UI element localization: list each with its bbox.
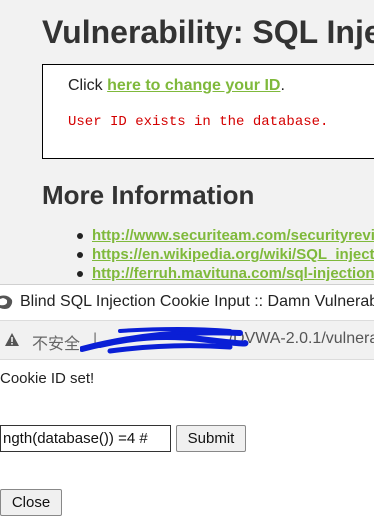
page-title: Vulnerability: SQL Injection (Blind) <box>42 14 374 50</box>
popup-address-bar[interactable]: 不安全 | 192.168.0.100:80/DVWA-2.0.1/vulner… <box>0 320 374 360</box>
info-link-ferruh[interactable]: http://ferruh.mavituna.com/sql-injection… <box>92 265 374 282</box>
dvwa-page: Vulnerability: SQL Injection (Blind) Cli… <box>0 0 374 290</box>
dvwa-logo-icon <box>0 295 13 309</box>
submit-button[interactable]: Submit <box>176 425 246 452</box>
list-item: https://en.wikipedia.org/wiki/SQL_inject… <box>77 245 374 264</box>
cookie-input-popup: Blind SQL Injection Cookie Input :: Damn… <box>0 284 374 525</box>
cookie-set-message: Cookie ID set! <box>0 370 95 387</box>
info-link-wikipedia[interactable]: https://en.wikipedia.org/wiki/SQL_inject… <box>92 246 374 263</box>
more-info-links: http://www.securiteam.com/securityreview… <box>77 226 374 283</box>
cookie-id-input[interactable] <box>0 425 171 452</box>
result-message: User ID exists in the database. <box>68 114 329 130</box>
popup-title: Blind SQL Injection Cookie Input :: Damn… <box>20 293 374 310</box>
close-button[interactable]: Close <box>0 489 62 516</box>
info-link-securiteam[interactable]: http://www.securiteam.com/securityreview… <box>92 227 374 244</box>
change-id-line: Click here to change your ID. <box>68 77 285 95</box>
list-item: http://www.securiteam.com/securityreview… <box>77 226 374 245</box>
not-secure-label: 不安全 <box>32 336 81 353</box>
warning-triangle-icon <box>5 333 19 346</box>
click-suffix: . <box>280 77 285 94</box>
redaction-scribble <box>80 327 249 354</box>
change-id-link[interactable]: here to change your ID <box>107 77 280 94</box>
more-info-heading: More Information <box>42 180 255 210</box>
click-prefix: Click <box>68 77 108 94</box>
popup-titlebar[interactable]: Blind SQL Injection Cookie Input :: Damn… <box>0 284 374 321</box>
list-item: http://ferruh.mavituna.com/sql-injection… <box>77 264 374 283</box>
vulnerable-code-area: Click here to change your ID. User ID ex… <box>42 64 374 159</box>
